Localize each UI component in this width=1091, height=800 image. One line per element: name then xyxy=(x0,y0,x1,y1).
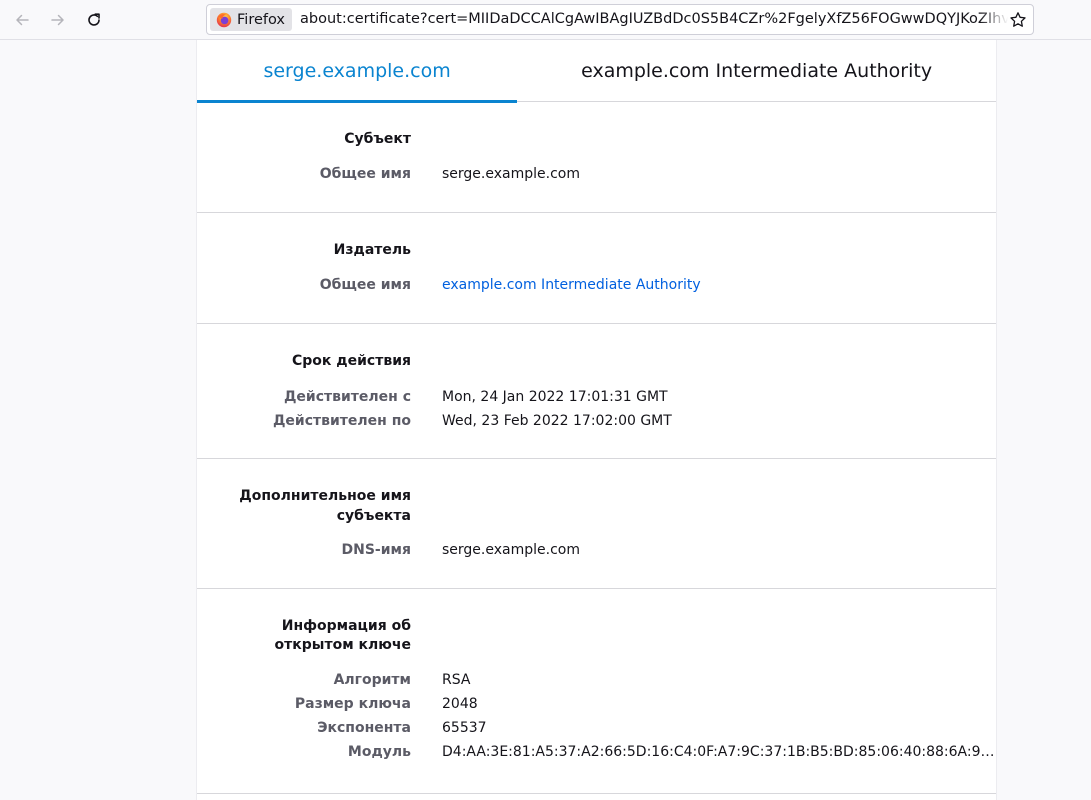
firefox-logo-icon xyxy=(216,12,232,27)
algorithm-value: RSA xyxy=(442,672,471,688)
dns-name-value: serge.example.com xyxy=(442,542,580,558)
star-icon xyxy=(1010,11,1026,27)
identity-label: Firefox xyxy=(237,11,285,28)
forward-arrow-icon xyxy=(51,14,64,26)
section-title-line1: Дополнительное имя xyxy=(239,488,411,504)
subject-section: Субъект Общее имя serge.example.com xyxy=(197,102,996,213)
bookmark-button[interactable] xyxy=(1007,9,1029,30)
not-before-value: Mon, 24 Jan 2022 17:01:31 GMT xyxy=(442,389,668,405)
modulus-value: D4:AA:3E:81:A5:37:A2:66:5D:16:C4:0F:A7:9… xyxy=(442,744,995,760)
forward-button[interactable] xyxy=(44,7,72,33)
key-size-label: Размер ключа xyxy=(294,696,411,712)
section-title: Субъект xyxy=(344,131,411,147)
certificate-tabs: serge.example.com example.com Intermedia… xyxy=(197,40,996,103)
section-title-line1: Информация об xyxy=(281,618,411,634)
common-name-value: serge.example.com xyxy=(442,166,580,182)
validity-section: Срок действия Действителен с Mon, 24 Jan… xyxy=(197,324,996,459)
algorithm-label: Алгоритм xyxy=(333,672,411,688)
dns-name-label: DNS-имя xyxy=(341,542,411,558)
not-after-value: Wed, 23 Feb 2022 17:02:00 GMT xyxy=(442,413,672,429)
back-button[interactable] xyxy=(8,7,36,33)
not-after-label: Действителен по xyxy=(272,413,411,429)
reload-icon xyxy=(88,13,100,26)
tab-intermediate-authority[interactable]: example.com Intermediate Authority xyxy=(517,40,996,102)
section-title-line2: открытом ключе xyxy=(274,637,411,653)
tab-serge-example-com[interactable]: serge.example.com xyxy=(197,40,518,103)
section-title: Издатель xyxy=(333,242,411,258)
certificate-viewer: serge.example.com example.com Intermedia… xyxy=(196,40,997,800)
key-size-value: 2048 xyxy=(442,696,478,712)
back-arrow-icon xyxy=(16,14,29,26)
url-bar[interactable]: Firefox about:certificate?cert=MIIDaDCCA… xyxy=(206,4,1034,35)
issuer-common-name-link[interactable]: example.com Intermediate Authority xyxy=(442,275,701,295)
identity-box[interactable]: Firefox xyxy=(210,8,292,31)
section-title: Срок действия xyxy=(292,353,411,369)
issuer-section: Издатель Общее имя example.com Intermedi… xyxy=(197,213,996,324)
exponent-value: 65537 xyxy=(442,720,487,736)
public-key-section: Информация об открытом ключе Алгоритм RS… xyxy=(197,589,996,794)
not-before-label: Действителен с xyxy=(283,389,411,405)
section-title-line2: субъекта xyxy=(336,508,411,524)
reload-button[interactable] xyxy=(80,7,108,33)
common-name-label: Общее имя xyxy=(319,277,411,293)
common-name-label: Общее имя xyxy=(319,166,411,182)
modulus-label: Модуль xyxy=(347,744,411,760)
browser-toolbar: Firefox about:certificate?cert=MIIDaDCCA… xyxy=(0,0,1091,40)
url-input[interactable]: about:certificate?cert=MIIDaDCCAlCgAwIBA… xyxy=(300,5,1008,34)
exponent-label: Экспонента xyxy=(317,720,411,736)
subject-alt-names-section: Дополнительное имя субъекта DNS-имя serg… xyxy=(197,459,996,589)
